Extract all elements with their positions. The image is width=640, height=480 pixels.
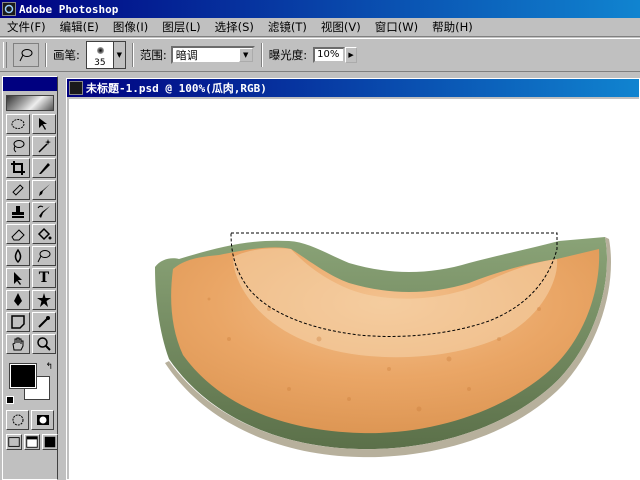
slice-icon[interactable] [32, 158, 56, 178]
marquee-icon[interactable] [6, 114, 30, 134]
magic-wand-icon[interactable] [32, 136, 56, 156]
tool-preset-picker[interactable] [13, 43, 39, 67]
menu-view[interactable]: 视图(V) [314, 19, 368, 35]
brush-tip-preview [96, 47, 104, 54]
menu-help[interactable]: 帮助(H) [425, 19, 480, 35]
standard-screen-icon[interactable] [6, 434, 22, 450]
separator [260, 43, 263, 67]
type-icon[interactable]: T [32, 268, 56, 288]
full-screen-menu-icon[interactable] [24, 434, 40, 450]
exposure-label: 曝光度: [268, 48, 308, 62]
swap-colors-icon[interactable]: ↰ [45, 362, 53, 372]
options-bar: 画笔: 35 ▼ 范围: 暗调 ▼ 曝光度: 10% ▶ [0, 38, 640, 72]
separator [131, 43, 134, 67]
dodge-tool-icon[interactable] [32, 246, 56, 266]
healing-brush-icon[interactable] [6, 180, 30, 200]
app-title: Adobe Photoshop [19, 2, 119, 16]
paint-bucket-icon[interactable] [32, 224, 56, 244]
history-brush-icon[interactable] [32, 202, 56, 222]
path-select-icon[interactable] [6, 268, 30, 288]
custom-shape-icon[interactable] [32, 290, 56, 310]
document-icon[interactable] [69, 81, 83, 95]
exposure-input[interactable]: 10% [313, 47, 346, 63]
notes-icon[interactable] [6, 312, 30, 332]
adobe-online-logo[interactable] [6, 95, 54, 111]
brush-icon[interactable] [32, 180, 56, 200]
image-canvas[interactable] [69, 99, 640, 480]
melon-image [155, 232, 612, 458]
dodge-icon [19, 49, 33, 62]
standard-mode-icon[interactable] [6, 410, 29, 430]
foreground-color-swatch[interactable] [9, 363, 37, 389]
separator [45, 43, 47, 67]
photoshop-app-icon[interactable] [2, 2, 16, 16]
tool-grid: T [3, 114, 57, 354]
color-swatches: ↰ [6, 362, 54, 406]
full-screen-icon[interactable] [42, 434, 58, 450]
brush-picker[interactable]: 35 [85, 41, 114, 69]
clone-stamp-icon[interactable] [6, 202, 30, 222]
brush-size: 35 [94, 58, 106, 68]
blur-icon[interactable] [6, 246, 30, 266]
document-title-bar[interactable]: 未标题-1.psd @ 100%(瓜肉,RGB) [67, 79, 639, 97]
range-label: 范围: [139, 48, 167, 62]
toolbox: T ↰ [2, 76, 58, 480]
options-bar-grip[interactable] [3, 42, 7, 68]
eyedropper-icon[interactable] [32, 312, 56, 332]
brush-label: 画笔: [53, 48, 80, 62]
menu-filter[interactable]: 滤镜(T) [261, 19, 314, 35]
menu-edit[interactable]: 编辑(E) [53, 19, 106, 35]
edit-mode-row [3, 410, 57, 430]
range-select[interactable]: 暗调 ▼ [170, 46, 255, 64]
zoom-icon[interactable] [32, 334, 56, 354]
exposure-slider-arrow[interactable]: ▶ [345, 47, 358, 63]
chevron-down-icon[interactable]: ▼ [238, 48, 253, 62]
brush-dropdown-arrow[interactable]: ▼ [113, 41, 126, 69]
menu-window[interactable]: 窗口(W) [368, 19, 425, 35]
eraser-icon[interactable] [6, 224, 30, 244]
range-value: 暗调 [175, 49, 198, 62]
app-title-bar: Adobe Photoshop [0, 0, 640, 18]
pen-icon[interactable] [6, 290, 30, 310]
menu-bar: 文件(F) 编辑(E) 图像(I) 图层(L) 选择(S) 滤镜(T) 视图(V… [0, 18, 640, 37]
quick-mask-icon[interactable] [31, 410, 54, 430]
menu-layer[interactable]: 图层(L) [155, 19, 207, 35]
move-icon[interactable] [32, 114, 56, 134]
type-glyph: T [38, 270, 50, 286]
default-colors-icon[interactable] [6, 396, 14, 404]
hand-icon[interactable] [6, 334, 30, 354]
menu-file[interactable]: 文件(F) [0, 19, 53, 35]
document-title: 未标题-1.psd @ 100%(瓜肉,RGB) [86, 82, 267, 95]
lasso-icon[interactable] [6, 136, 30, 156]
screen-mode-row [3, 434, 58, 450]
menu-select[interactable]: 选择(S) [208, 19, 261, 35]
crop-icon[interactable] [6, 158, 30, 178]
menu-image[interactable]: 图像(I) [106, 19, 155, 35]
toolbox-title-bar[interactable] [3, 77, 57, 91]
document-window: 未标题-1.psd @ 100%(瓜肉,RGB) [66, 78, 640, 480]
